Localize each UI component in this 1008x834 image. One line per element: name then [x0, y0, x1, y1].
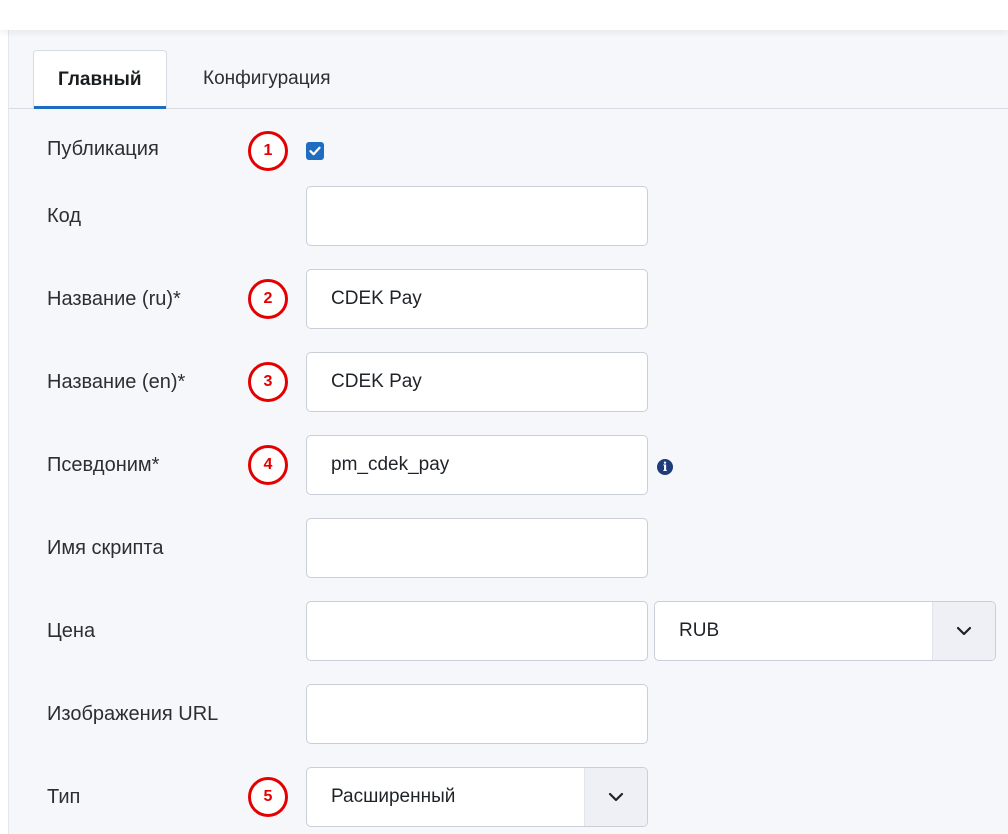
row-price: Цена RUB: [9, 601, 1008, 661]
tab-main[interactable]: Главный: [33, 50, 167, 109]
info-icon[interactable]: i: [657, 459, 673, 475]
row-type: Тип 5 Расширенный: [9, 767, 1008, 827]
price-label: Цена: [47, 620, 96, 642]
script-name-input[interactable]: [306, 518, 648, 578]
publish-checkbox[interactable]: [306, 142, 324, 160]
chevron-down-icon: [584, 768, 647, 826]
name-en-input[interactable]: CDEK Pay: [306, 352, 648, 412]
currency-select[interactable]: RUB: [654, 601, 996, 661]
tab-configuration-label: Конфигурация: [203, 68, 331, 89]
tab-main-label: Главный: [58, 69, 142, 90]
currency-select-value: RUB: [679, 620, 720, 641]
name-ru-input[interactable]: CDEK Pay: [306, 269, 648, 329]
type-label: Тип: [47, 786, 81, 808]
image-url-input[interactable]: [306, 684, 648, 744]
name-ru-label: Название (ru)*: [47, 288, 181, 310]
alias-label: Псевдоним*: [47, 454, 160, 476]
annotation-marker-3: 3: [248, 362, 288, 402]
annotation-marker-2: 2: [248, 279, 288, 319]
publish-label: Публикация: [47, 138, 159, 160]
row-image-url: Изображения URL: [9, 684, 1008, 744]
annotation-marker-5: 5: [248, 777, 288, 817]
annotation-marker-4: 4: [248, 445, 288, 485]
top-header-strip: [0, 0, 1008, 30]
annotation-marker-1: 1: [248, 131, 288, 171]
row-publish: Публикация 1: [9, 131, 1008, 171]
form-panel: Главный Конфигурация Публикация 1 Код На…: [8, 28, 1008, 834]
row-name-ru: Название (ru)* 2 CDEK Pay: [9, 269, 1008, 329]
tab-bar: Главный Конфигурация: [9, 50, 1008, 109]
price-input[interactable]: [306, 601, 648, 661]
alias-input[interactable]: pm_cdek_pay: [306, 435, 648, 495]
type-select[interactable]: Расширенный: [306, 767, 648, 827]
type-select-value: Расширенный: [331, 786, 456, 807]
code-input[interactable]: [306, 186, 648, 246]
row-script-name: Имя скрипта: [9, 518, 1008, 578]
row-name-en: Название (en)* 3 CDEK Pay: [9, 352, 1008, 412]
row-code: Код: [9, 186, 1008, 246]
checkmark-icon: [309, 146, 321, 156]
name-en-label: Название (en)*: [47, 371, 186, 393]
code-label: Код: [47, 205, 82, 227]
tab-configuration[interactable]: Конфигурация: [179, 50, 355, 108]
row-alias: Псевдоним* 4 pm_cdek_pay i: [9, 435, 1008, 495]
script-name-label: Имя скрипта: [47, 537, 164, 559]
chevron-down-icon: [932, 602, 995, 660]
image-url-label: Изображения URL: [47, 703, 219, 725]
